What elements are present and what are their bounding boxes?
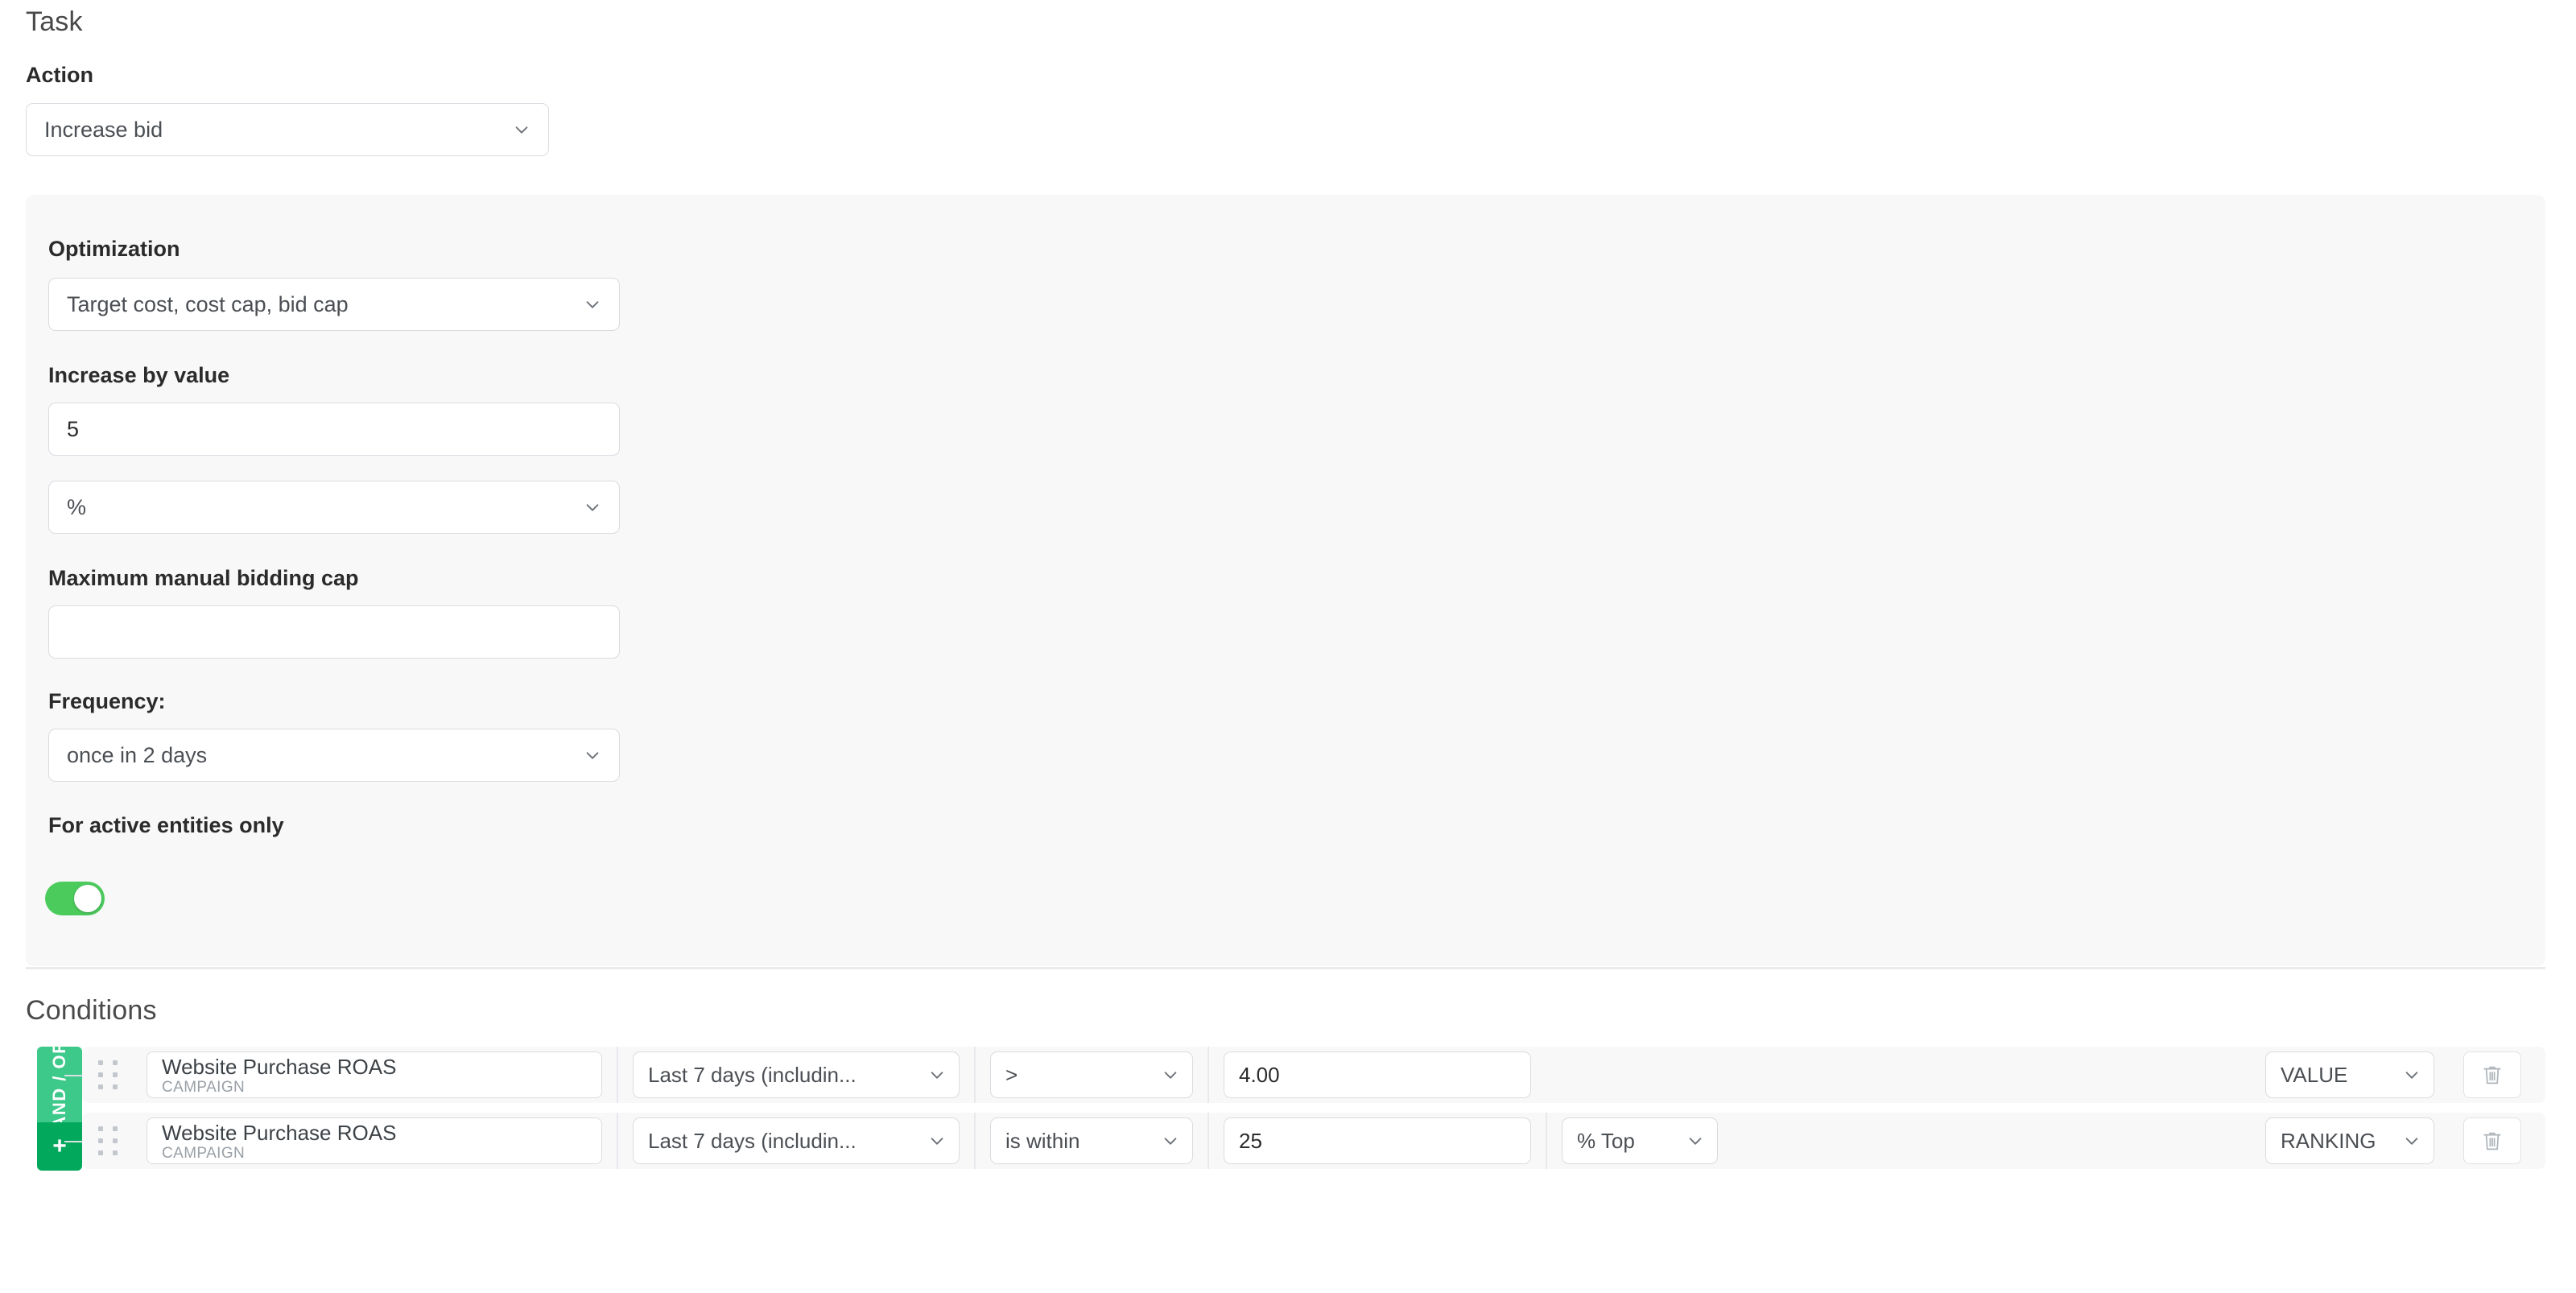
condition-value-cell: 25 (1208, 1113, 1546, 1169)
condition-metric-cell: Website Purchase ROAS CAMPAIGN (134, 1113, 617, 1169)
chevron-down-icon (513, 121, 530, 138)
metric-select[interactable]: Website Purchase ROAS CAMPAIGN (147, 1051, 602, 1098)
rail-connector-line (64, 1075, 82, 1076)
operator-value: is within (1005, 1128, 1080, 1153)
maximum-manual-bidding-cap-label: Maximum manual bidding cap (48, 566, 359, 590)
and-or-label: AND / OR (49, 1039, 69, 1130)
maximum-manual-bidding-cap-input[interactable] (48, 605, 620, 659)
chevron-down-icon (584, 498, 601, 516)
chevron-down-icon (928, 1066, 946, 1084)
trash-icon (2483, 1066, 2501, 1084)
conditions-title: Conditions (26, 995, 157, 1026)
condition-type-cell: RANKING (2251, 1113, 2449, 1169)
condition-operator-cell: is within (974, 1113, 1208, 1169)
chevron-down-icon (1162, 1132, 1179, 1150)
delete-condition-button[interactable] (2463, 1117, 2521, 1164)
increase-by-value-text: 5 (67, 416, 80, 441)
condition-value-text: 25 (1239, 1128, 1262, 1153)
date-range-value: Last 7 days (includin... (648, 1062, 857, 1087)
section-divider (26, 967, 2545, 969)
increase-by-value-input[interactable]: 5 (48, 403, 620, 456)
optimization-select[interactable]: Target cost, cost cap, bid cap (48, 278, 620, 331)
optimization-label: Optimization (48, 237, 180, 261)
metric-level: CAMPAIGN (162, 1079, 246, 1097)
chevron-down-icon (928, 1132, 946, 1150)
increase-unit-select[interactable]: % (48, 481, 620, 534)
trash-icon (2483, 1132, 2501, 1150)
metric-name: Website Purchase ROAS (162, 1121, 397, 1146)
condition-row: Website Purchase ROAS CAMPAIGN Last 7 da… (64, 1047, 2545, 1103)
rail-connector-line (64, 1141, 82, 1142)
increase-unit-select-value: % (67, 494, 87, 519)
for-active-entities-only-label: For active entities only (48, 813, 284, 837)
delete-condition-button[interactable] (2463, 1051, 2521, 1098)
increase-by-value-label: Increase by value (48, 363, 230, 387)
and-or-toggle-button[interactable]: AND / OR (37, 1040, 82, 1130)
operator-select[interactable]: > (990, 1051, 1193, 1098)
frequency-select-value: once in 2 days (67, 742, 208, 767)
chevron-down-icon (2403, 1066, 2421, 1084)
chevron-down-icon (2403, 1132, 2421, 1150)
condition-unit-cell: % Top (1546, 1113, 1732, 1169)
drag-handle-icon[interactable] (82, 1113, 134, 1169)
for-active-entities-only-toggle[interactable] (45, 882, 105, 915)
condition-unit-value: % Top (1577, 1128, 1635, 1153)
add-condition-button[interactable]: + (37, 1122, 82, 1171)
toggle-knob (74, 885, 101, 912)
frequency-label: Frequency: (48, 689, 166, 713)
optimization-select-value: Target cost, cost cap, bid cap (67, 291, 349, 316)
condition-date-range-cell: Last 7 days (includin... (617, 1113, 974, 1169)
operator-select[interactable]: is within (990, 1117, 1193, 1164)
automated-rule-editor: Task Action Increase bid Optimization Ta… (0, 0, 2576, 1293)
condition-rows: Website Purchase ROAS CAMPAIGN Last 7 da… (64, 1047, 2545, 1169)
condition-row: Website Purchase ROAS CAMPAIGN Last 7 da… (64, 1113, 2545, 1169)
operator-value: > (1005, 1062, 1018, 1087)
condition-type-select[interactable]: VALUE (2265, 1051, 2434, 1098)
condition-date-range-cell: Last 7 days (includin... (617, 1047, 974, 1103)
condition-delete-cell (2449, 1051, 2545, 1098)
condition-row-spacer (1732, 1113, 2251, 1169)
condition-value-input[interactable]: 25 (1224, 1117, 1531, 1164)
condition-operator-cell: > (974, 1047, 1208, 1103)
condition-value-cell: 4.00 (1208, 1047, 1546, 1103)
condition-type-cell: VALUE (2251, 1047, 2449, 1103)
action-select[interactable]: Increase bid (26, 103, 549, 156)
chevron-down-icon (584, 746, 601, 764)
action-select-value: Increase bid (44, 117, 163, 142)
action-label: Action (26, 63, 93, 87)
condition-type-value: VALUE (2281, 1062, 2348, 1087)
condition-group-rail: AND / OR + (37, 1040, 82, 1171)
condition-type-select[interactable]: RANKING (2265, 1117, 2434, 1164)
date-range-select[interactable]: Last 7 days (includin... (633, 1117, 960, 1164)
metric-select[interactable]: Website Purchase ROAS CAMPAIGN (147, 1117, 602, 1164)
condition-value-text: 4.00 (1239, 1062, 1280, 1087)
chevron-down-icon (1162, 1066, 1179, 1084)
metric-name: Website Purchase ROAS (162, 1055, 397, 1080)
condition-delete-cell (2449, 1117, 2545, 1164)
date-range-select[interactable]: Last 7 days (includin... (633, 1051, 960, 1098)
condition-row-spacer (1546, 1047, 2251, 1103)
drag-handle-icon[interactable] (82, 1047, 134, 1103)
date-range-value: Last 7 days (includin... (648, 1128, 857, 1153)
frequency-select[interactable]: once in 2 days (48, 729, 620, 782)
chevron-down-icon (1686, 1132, 1704, 1150)
condition-type-value: RANKING (2281, 1128, 2376, 1153)
metric-level: CAMPAIGN (162, 1145, 246, 1163)
condition-metric-cell: Website Purchase ROAS CAMPAIGN (134, 1047, 617, 1103)
condition-unit-select[interactable]: % Top (1562, 1117, 1718, 1164)
condition-value-input[interactable]: 4.00 (1224, 1051, 1531, 1098)
conditions-group: AND / OR + Website Purchase ROAS CAMPAIG… (37, 1040, 2545, 1171)
chevron-down-icon (584, 295, 601, 313)
page-title: Task (26, 6, 83, 37)
